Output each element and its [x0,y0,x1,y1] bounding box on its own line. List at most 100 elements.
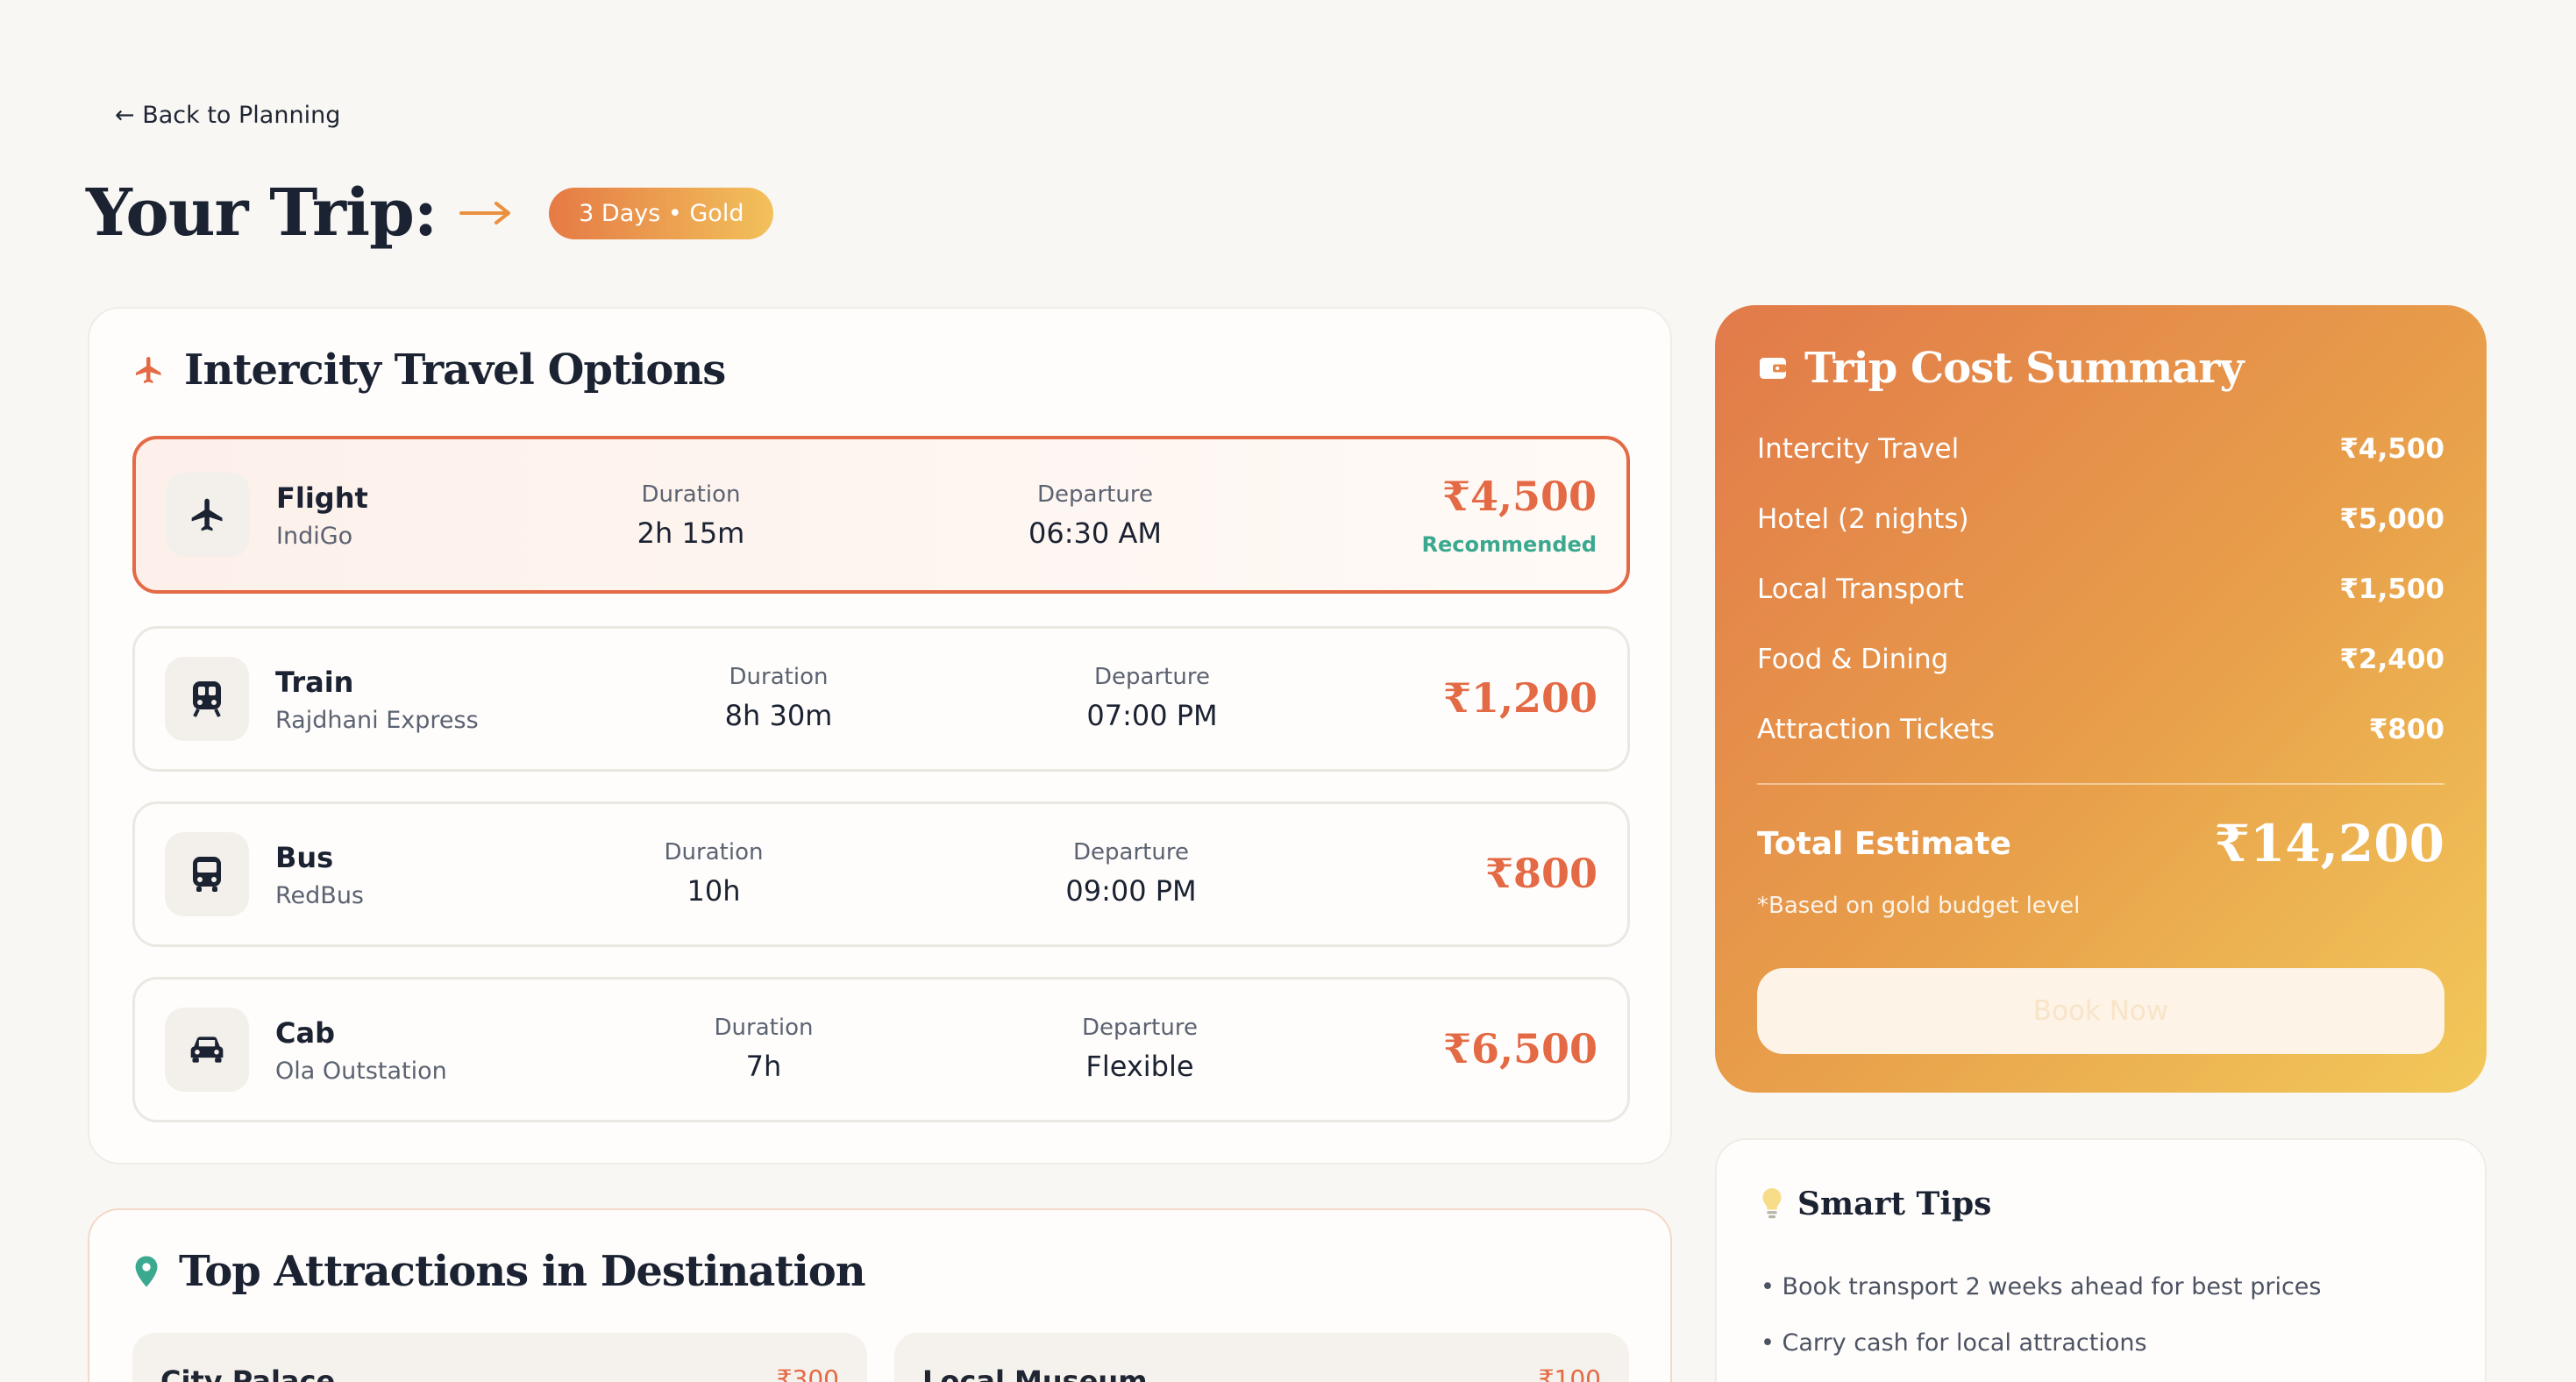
book-now-button[interactable]: Book Now [1757,968,2444,1054]
summary-row-amount: ₹1,500 [2339,573,2444,605]
departure-label: Departure [1094,664,1210,690]
summary-header: Trip Cost Summary [1757,344,2245,393]
summary-row-label: Local Transport [1757,573,1964,605]
attraction-name: City Palace [160,1364,336,1382]
summary-row-food: Food & Dining ₹2,400 [1757,644,2444,675]
summary-row-label: Hotel (2 nights) [1757,503,1969,535]
intercity-travel-title: Intercity Travel Options [184,346,726,395]
option-icon-box [165,657,249,741]
attraction-price: ₹100 [1538,1364,1601,1382]
trip-duration-badge: 3 Days • Gold [549,187,774,239]
departure-label: Departure [1082,1015,1198,1041]
option-duration: Duration 8h 30m [725,664,833,732]
budget-note: *Based on gold budget level [1757,893,2081,919]
attractions-title: Top Attractions in Destination [179,1247,866,1296]
intercity-travel-card: Intercity Travel Options Flight IndiGo D… [88,307,1672,1165]
departure-value: 07:00 PM [1086,699,1218,732]
back-link-label: ← Back to Planning [115,102,341,129]
option-provider: Ola Outstation [275,1058,447,1085]
travel-option-train[interactable]: Train Rajdhani Express Duration 8h 30m D… [132,626,1630,772]
attractions-card: Top Attractions in Destination City Pala… [88,1208,1672,1382]
departure-value: Flexible [1085,1050,1194,1083]
duration-value: 10h [687,874,741,908]
summary-title: Trip Cost Summary [1804,344,2245,393]
option-name: Cab [275,1016,335,1050]
travel-option-flight[interactable]: Flight IndiGo Duration 2h 15m Departure … [132,436,1630,594]
train-icon [193,681,221,717]
wallet-icon [1760,358,1786,379]
option-price: ₹800 [1484,850,1598,897]
lightbulb-icon [1762,1188,1782,1219]
attractions-header: Top Attractions in Destination [133,1247,866,1296]
option-departure: Departure 07:00 PM [1086,664,1217,732]
airplane-icon [136,357,161,383]
summary-row-label: Attraction Tickets [1757,714,1995,745]
summary-row-amount: ₹4,500 [2339,433,2444,465]
duration-value: 2h 15m [637,516,745,550]
bus-icon [193,857,221,892]
option-price: ₹1,200 [1442,674,1598,722]
option-duration: Duration 2h 15m [637,481,745,550]
option-name: Flight [276,481,368,515]
total-estimate-value: ₹14,200 [2214,814,2444,873]
option-icon-box [166,473,250,557]
departure-label: Departure [1073,839,1189,866]
travel-option-bus[interactable]: Bus RedBus Duration 10h Departure 09:00 … [132,801,1630,947]
option-price: ₹4,500 [1441,473,1597,520]
option-provider: RedBus [275,882,364,909]
summary-divider [1757,783,2444,785]
option-departure: Departure 09:00 PM [1065,839,1196,908]
attraction-price: ₹300 [776,1364,839,1382]
tip-item: • Carry cash for local attractions [1761,1329,2147,1357]
departure-value: 09:00 PM [1065,874,1197,908]
tip-item: • Book transport 2 weeks ahead for best … [1761,1273,2322,1300]
option-provider: IndiGo [276,523,353,550]
duration-value: 7h [745,1050,782,1083]
back-to-planning-link[interactable]: ← Back to Planning [115,102,340,129]
summary-row-label: Intercity Travel [1757,433,1960,465]
duration-label: Duration [664,839,764,866]
option-icon-box [165,832,249,916]
summary-row-label: Food & Dining [1757,644,1949,675]
arrow-right-icon [459,202,511,224]
total-estimate-label: Total Estimate [1757,826,2011,862]
duration-label: Duration [729,664,829,690]
duration-label: Duration [641,481,741,508]
book-now-label: Book Now [2032,995,2169,1027]
page-title-row: Your Trip: 3 Days • Gold [86,175,774,251]
attraction-item[interactable]: City Palace ₹300 [132,1333,867,1382]
duration-label: Duration [714,1015,814,1041]
trip-cost-summary-card: Trip Cost Summary Intercity Travel ₹4,50… [1715,305,2487,1093]
option-name: Bus [275,841,334,874]
option-icon-box [165,1008,249,1092]
attraction-name: Local Museum [922,1364,1148,1382]
duration-value: 8h 30m [724,699,833,732]
smart-tips-header: Smart Tips [1761,1186,1991,1222]
car-icon [190,1036,224,1063]
option-duration: Duration 10h [665,839,764,908]
attraction-item[interactable]: Local Museum ₹100 [894,1333,1629,1382]
departure-label: Departure [1037,481,1153,508]
recommended-label: Recommended [1421,532,1598,557]
option-departure: Departure 06:30 AM [1028,481,1162,550]
option-duration: Duration 7h [715,1015,814,1083]
summary-row-hotel: Hotel (2 nights) ₹5,000 [1757,503,2444,535]
location-pin-icon [135,1256,158,1287]
page-title: Your Trip: [86,175,438,251]
summary-row-amount: ₹2,400 [2339,644,2444,675]
smart-tips-title: Smart Tips [1797,1186,1992,1222]
option-name: Train [275,666,354,699]
departure-value: 06:30 AM [1028,516,1162,550]
summary-row-amount: ₹800 [2368,714,2444,745]
airplane-icon [191,498,223,531]
travel-option-cab[interactable]: Cab Ola Outstation Duration 7h Departure… [132,977,1630,1122]
summary-row-amount: ₹5,000 [2339,503,2444,535]
summary-row-intercity: Intercity Travel ₹4,500 [1757,433,2444,465]
option-departure: Departure Flexible [1082,1015,1198,1083]
summary-row-local-transport: Local Transport ₹1,500 [1757,573,2444,605]
option-price: ₹6,500 [1442,1025,1598,1072]
summary-row-attractions: Attraction Tickets ₹800 [1757,714,2444,745]
intercity-travel-header: Intercity Travel Options [133,346,726,395]
option-provider: Rajdhani Express [275,707,479,734]
smart-tips-card: Smart Tips • Book transport 2 weeks ahea… [1715,1138,2487,1382]
